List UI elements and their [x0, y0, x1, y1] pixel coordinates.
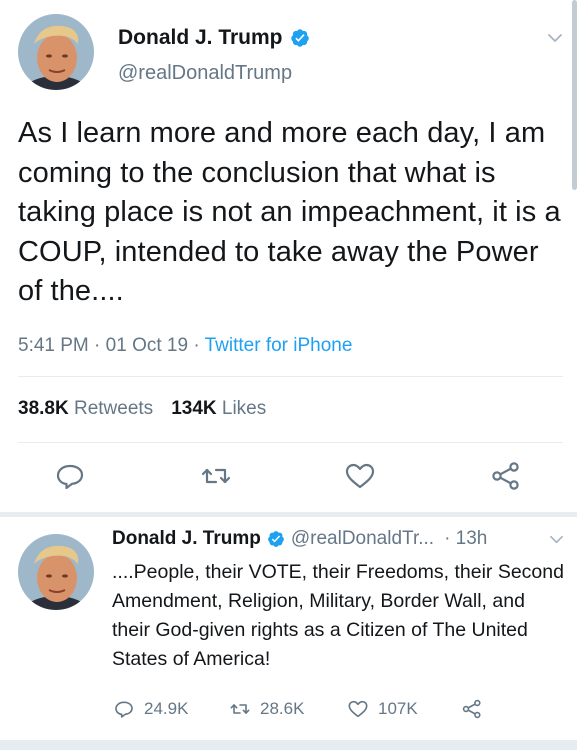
verified-badge-icon [290, 29, 309, 47]
author-avatar[interactable] [18, 14, 94, 90]
reply-text: ....People, their VOTE, their Freedoms, … [112, 561, 564, 670]
divider [18, 376, 563, 377]
retweets-count: 38.8K [18, 398, 69, 419]
retweet-icon[interactable] [228, 697, 252, 721]
reply-header: Donald J. Trump @realDonaldTr... · 13h [112, 528, 564, 550]
heart-icon[interactable] [346, 697, 370, 721]
author-handle[interactable]: @realDonaldTrump [118, 62, 292, 85]
main-tweet-header: Donald J. Trump @realDonaldTrump [18, 12, 563, 94]
bottom-separator [0, 740, 577, 750]
reply-share-action[interactable] [460, 697, 484, 721]
retweet-count: 28.6K [260, 699, 305, 718]
tweet-source-link[interactable]: Twitter for iPhone [205, 335, 353, 356]
scrollbar[interactable] [572, 0, 577, 190]
reply-count: 24.9K [144, 699, 189, 718]
heart-icon[interactable] [342, 458, 378, 494]
author-name[interactable]: Donald J. Trump [118, 26, 310, 50]
retweets-stat[interactable]: 38.8K Retweets [18, 398, 153, 420]
like-count: 107K [378, 699, 418, 718]
meta-separator: · [94, 335, 101, 356]
likes-count: 134K [171, 398, 217, 419]
reply-reply-action[interactable]: 24.9K [112, 697, 228, 721]
author-name-text[interactable]: Donald J. Trump [118, 26, 283, 50]
chevron-down-icon[interactable] [549, 532, 564, 547]
tweet-actions [0, 458, 577, 502]
tweet-stats: 38.8K Retweets 134K Likes [18, 398, 266, 420]
reply-retweet-action[interactable]: 28.6K [228, 697, 346, 721]
likes-stat[interactable]: 134K Likes [171, 398, 266, 420]
verified-badge-icon [267, 531, 284, 547]
reply-icon[interactable] [112, 697, 136, 721]
reply-author-name[interactable]: Donald J. Trump [112, 528, 261, 550]
retweet-icon[interactable] [198, 458, 234, 494]
chevron-down-icon[interactable] [547, 30, 563, 46]
divider [18, 442, 563, 443]
share-icon[interactable] [460, 697, 484, 721]
reply-author-handle[interactable]: @realDonaldTr... [291, 528, 434, 550]
reply-icon[interactable] [52, 458, 88, 494]
reply-author-avatar[interactable] [18, 534, 94, 610]
tweet-text: As I learn more and more each day, I am … [18, 117, 561, 307]
tweet-date: 01 Oct 19 [105, 335, 189, 356]
section-separator [0, 512, 577, 517]
tweet-meta: 5:41 PM · 01 Oct 19 · Twitter for iPhone [18, 335, 352, 357]
reply-timestamp[interactable]: · 13h [444, 528, 487, 550]
reply-actions: 24.9K 28.6K 107K [112, 694, 572, 724]
likes-label: Likes [221, 398, 267, 419]
meta-separator: · [193, 335, 200, 356]
retweets-label: Retweets [73, 398, 154, 419]
share-icon[interactable] [488, 458, 524, 494]
reply-like-action[interactable]: 107K [346, 697, 460, 721]
tweet-time: 5:41 PM [18, 335, 89, 356]
